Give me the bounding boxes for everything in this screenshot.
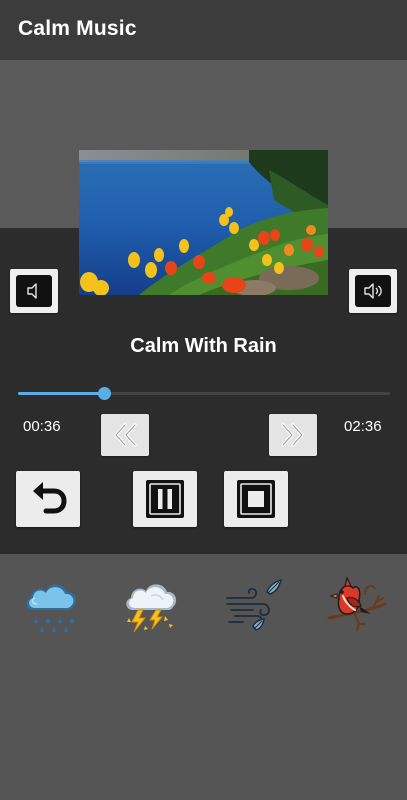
fast-forward-icon bbox=[281, 423, 304, 447]
replay-icon bbox=[33, 482, 67, 514]
bird-sound-button[interactable] bbox=[325, 574, 387, 636]
pause-icon bbox=[146, 480, 184, 518]
track-title: Calm With Rain bbox=[130, 335, 277, 357]
fast-forward-button[interactable] bbox=[269, 414, 317, 456]
volume-down-icon bbox=[27, 283, 37, 299]
cover-image bbox=[79, 150, 328, 295]
seek-bar[interactable] bbox=[18, 387, 390, 400]
rain-sound-button[interactable] bbox=[21, 574, 83, 636]
pause-button[interactable] bbox=[133, 471, 197, 527]
seek-progress bbox=[18, 392, 104, 395]
app-bar: Calm Music bbox=[0, 0, 407, 60]
stop-icon bbox=[237, 480, 275, 518]
wind-icon bbox=[226, 579, 282, 631]
volume-up-button[interactable] bbox=[349, 269, 397, 313]
volume-up-icon bbox=[364, 283, 382, 299]
wind-sound-button[interactable] bbox=[223, 574, 285, 636]
seek-thumb[interactable] bbox=[97, 387, 111, 400]
volume-down-button[interactable] bbox=[10, 269, 58, 313]
stop-button[interactable] bbox=[224, 471, 288, 527]
app-title: Calm Music bbox=[18, 17, 137, 40]
bird-icon bbox=[327, 576, 387, 631]
replay-button[interactable] bbox=[16, 471, 80, 527]
rain-cloud-icon bbox=[26, 584, 77, 633]
current-time: 00:36 bbox=[23, 418, 61, 435]
thunder-sound-button[interactable] bbox=[121, 574, 183, 636]
total-time: 02:36 bbox=[344, 418, 382, 435]
thunderstorm-icon bbox=[126, 584, 177, 633]
rewind-icon bbox=[114, 423, 137, 447]
rewind-button[interactable] bbox=[101, 414, 149, 456]
